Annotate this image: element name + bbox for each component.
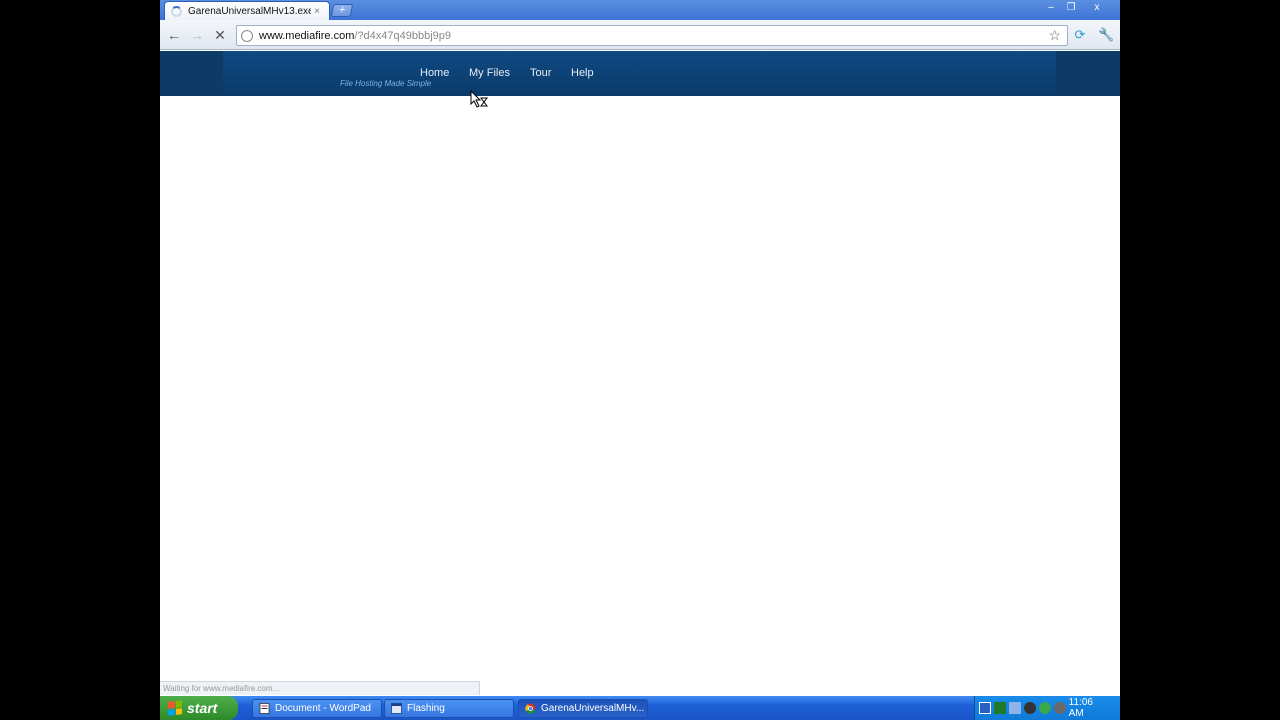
- browser-toolbar: ← → ✕ www.mediafire.com /?d4x47q49bbbj9p…: [160, 20, 1120, 50]
- new-tab-button[interactable]: +: [330, 4, 354, 17]
- page-globe-icon: [241, 29, 253, 42]
- chrome-icon: [525, 703, 536, 714]
- site-header-inner: File Hosting Made Simple Home My Files T…: [223, 51, 1056, 96]
- bookmark-star-icon[interactable]: ☆: [1048, 27, 1061, 44]
- tray-app-icon[interactable]: [979, 702, 991, 714]
- url-host: www.mediafire.com: [259, 29, 355, 42]
- start-button[interactable]: start: [160, 696, 238, 720]
- start-label: start: [187, 700, 218, 716]
- browser-tab[interactable]: GarenaUniversalMHv13.exe ×: [164, 1, 330, 20]
- nav-my-files[interactable]: My Files: [469, 67, 510, 79]
- wrench-icon[interactable]: 🔧: [1098, 27, 1114, 43]
- restore-button[interactable]: ❐: [1060, 0, 1082, 15]
- loading-spinner-icon: [171, 5, 182, 17]
- address-bar[interactable]: www.mediafire.com /?d4x47q49bbbj9p9 ☆: [236, 25, 1068, 46]
- security-icon[interactable]: [1038, 702, 1051, 714]
- screen: GarenaUniversalMHv13.exe × + – ❐ x ← → ✕…: [160, 0, 1120, 720]
- nav-tour[interactable]: Tour: [530, 67, 551, 79]
- system-tray: 11:06 AM: [974, 696, 1120, 720]
- forward-arrow-icon[interactable]: →: [188, 26, 206, 44]
- busy-cursor-icon: [470, 90, 488, 108]
- task-chrome[interactable]: GarenaUniversalMHv...: [518, 699, 648, 718]
- volume-icon[interactable]: [1053, 702, 1066, 714]
- taskbar: start Document - WordPad Flashing Garena…: [160, 696, 1120, 720]
- windows-logo-icon: [168, 700, 182, 716]
- task-label: GarenaUniversalMHv...: [541, 703, 645, 714]
- tab-strip: GarenaUniversalMHv13.exe × + – ❐ x: [160, 0, 1120, 20]
- stop-loading-icon[interactable]: ✕: [211, 26, 229, 44]
- site-tagline: File Hosting Made Simple: [340, 79, 432, 88]
- nav-help[interactable]: Help: [571, 67, 594, 79]
- tray-app-icon[interactable]: [1023, 702, 1036, 714]
- task-label: Flashing: [407, 703, 445, 714]
- status-bar: Waiting for www.mediafire.com...: [160, 681, 480, 695]
- site-header: File Hosting Made Simple Home My Files T…: [160, 51, 1120, 96]
- tab-title: GarenaUniversalMHv13.exe: [188, 5, 311, 17]
- url-path: /?d4x47q49bbbj9p9: [354, 29, 452, 42]
- minimize-button[interactable]: –: [1040, 0, 1062, 15]
- clock: 11:06 AM: [1068, 697, 1093, 719]
- wordpad-icon: [259, 703, 270, 714]
- back-arrow-icon[interactable]: ←: [165, 26, 183, 44]
- tab-close-icon[interactable]: ×: [311, 6, 323, 17]
- task-flashing[interactable]: Flashing: [384, 699, 514, 718]
- window-icon: [391, 703, 402, 714]
- nav-home[interactable]: Home: [420, 67, 449, 79]
- close-window-button[interactable]: x: [1086, 0, 1108, 15]
- task-wordpad[interactable]: Document - WordPad: [252, 699, 382, 718]
- tray-app-icon[interactable]: [993, 702, 1006, 714]
- task-label: Document - WordPad: [275, 703, 371, 714]
- network-icon[interactable]: [1008, 702, 1021, 714]
- extension-icon[interactable]: ⟳: [1072, 27, 1088, 43]
